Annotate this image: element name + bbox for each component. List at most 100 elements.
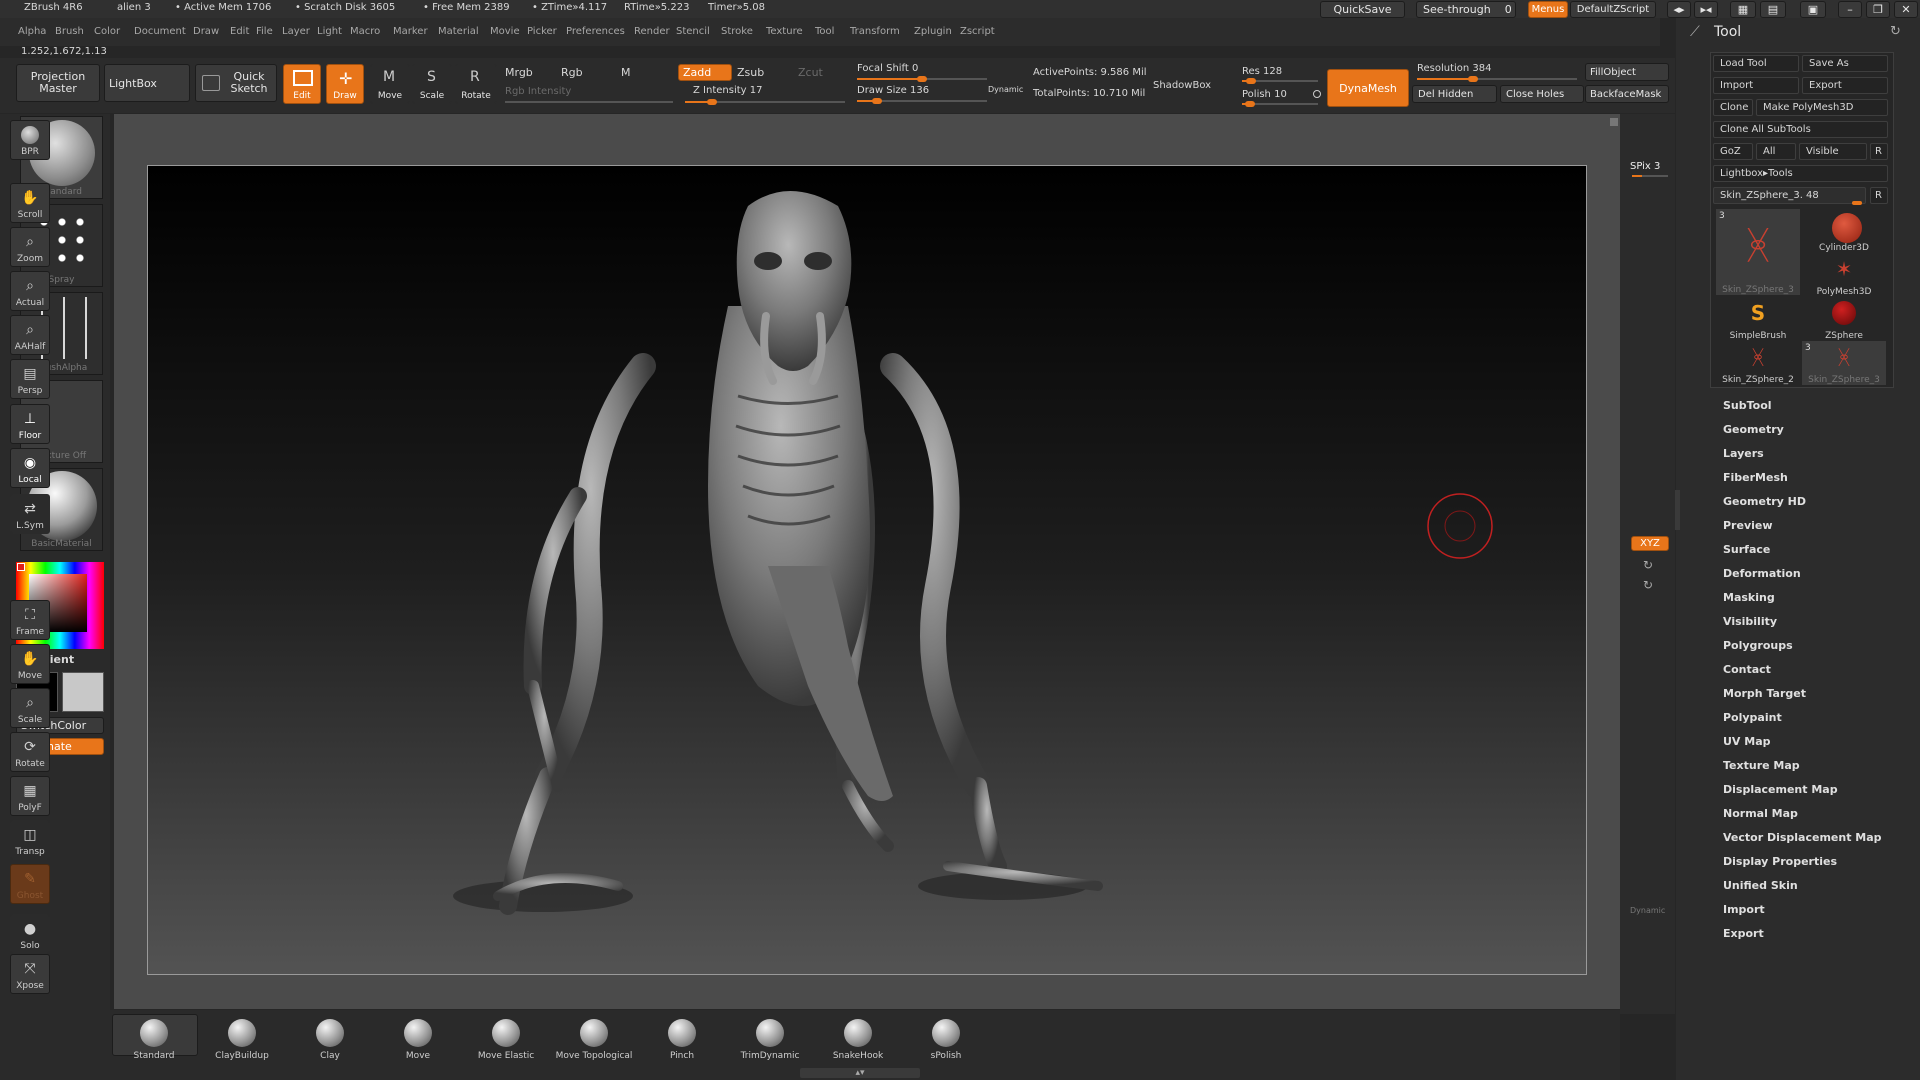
lightbox-tools-button[interactable]: Lightbox▸Tools <box>1713 165 1888 182</box>
section-texture-map[interactable]: Texture Map <box>1723 759 1800 772</box>
clone-all-subtools-button[interactable]: Clone All SubTools <box>1713 121 1888 138</box>
floor-button[interactable]: ⊥ Floor <box>10 404 50 444</box>
polyf-button[interactable]: ▦ PolyF <box>10 776 50 816</box>
tool-palette-title[interactable]: Tool <box>1714 24 1741 40</box>
section-polypaint[interactable]: Polypaint <box>1723 711 1782 724</box>
lightbox-button[interactable]: LightBox <box>104 64 190 102</box>
menu-color[interactable]: Color <box>94 26 120 37</box>
menu-material[interactable]: Material <box>438 26 479 37</box>
layout-icon[interactable]: ▤ <box>1760 1 1786 18</box>
menu-movie[interactable]: Movie <box>490 26 520 37</box>
current-tool-slider-knob[interactable] <box>1852 201 1862 205</box>
import-button[interactable]: Import <box>1713 77 1799 94</box>
dynamic-label[interactable]: Dynamic <box>1630 906 1665 915</box>
menu-stroke[interactable]: Stroke <box>721 26 753 37</box>
del-hidden-button[interactable]: Del Hidden <box>1412 85 1497 103</box>
brush-snakehook[interactable]: SnakeHook <box>816 1013 900 1073</box>
layout-left-icon[interactable]: ◂▸ <box>1667 1 1691 18</box>
scale-view-button[interactable]: ⌕ Scale <box>10 688 50 728</box>
section-export[interactable]: Export <box>1723 927 1764 940</box>
tool-thumb-cylinder3d[interactable]: Cylinder3D <box>1802 209 1886 253</box>
fill-object-button[interactable]: FillObject <box>1585 63 1669 81</box>
brush-clay[interactable]: Clay <box>288 1013 372 1073</box>
xyz-button[interactable]: XYZ <box>1631 536 1669 551</box>
frame-button[interactable]: ⛶ Frame <box>10 600 50 640</box>
menu-macro[interactable]: Macro <box>350 26 380 37</box>
section-unified-skin[interactable]: Unified Skin <box>1723 879 1798 892</box>
menu-zplugin[interactable]: Zplugin <box>914 26 952 37</box>
shadowbox-button[interactable]: ShadowBox <box>1153 80 1211 91</box>
brush-move[interactable]: Move <box>376 1013 460 1073</box>
goz-r-button[interactable]: R <box>1870 143 1888 160</box>
brush-move-topological[interactable]: Move Topological <box>552 1013 636 1073</box>
dynamesh-button[interactable]: DynaMesh <box>1327 69 1409 107</box>
menu-picker[interactable]: Picker <box>527 26 557 37</box>
backface-mask-button[interactable]: BackfaceMask <box>1585 85 1669 103</box>
menu-preferences[interactable]: Preferences <box>566 26 625 37</box>
focal-shift-slider[interactable] <box>857 76 987 82</box>
section-contact[interactable]: Contact <box>1723 663 1771 676</box>
polish-toggle-icon[interactable] <box>1313 90 1321 98</box>
alien-sculpture[interactable] <box>148 166 1588 976</box>
minimize-icon[interactable]: – <box>1838 1 1862 18</box>
tool-thumb-zsphere[interactable]: ZSphere <box>1802 297 1886 341</box>
brush-trimdynamic[interactable]: TrimDynamic <box>728 1013 812 1073</box>
menu-zscript[interactable]: Zscript <box>960 26 995 37</box>
scale-mode-button[interactable]: S Scale <box>412 64 452 104</box>
secondary-color-swatch[interactable] <box>62 672 104 712</box>
goz-button[interactable]: GoZ <box>1713 143 1753 160</box>
tool-thumb-skin-zsphere-2[interactable]: ᚸ Skin_ZSphere_2 <box>1716 341 1800 385</box>
rgb-intensity-slider[interactable] <box>505 101 673 103</box>
zoom-button[interactable]: ⌕ Zoom <box>10 227 50 267</box>
menu-file[interactable]: File <box>256 26 273 37</box>
canvas-corner-handle[interactable] <box>1610 118 1618 126</box>
projection-master-button[interactable]: Projection Master <box>16 64 100 102</box>
menu-light[interactable]: Light <box>317 26 342 37</box>
scroll-button[interactable]: ✋ Scroll <box>10 183 50 223</box>
section-display-properties[interactable]: Display Properties <box>1723 855 1837 868</box>
section-uv-map[interactable]: UV Map <box>1723 735 1771 748</box>
menu-brush[interactable]: Brush <box>55 26 84 37</box>
section-displacement-map[interactable]: Displacement Map <box>1723 783 1838 796</box>
menu-alpha[interactable]: Alpha <box>18 26 46 37</box>
see-through-slider[interactable]: See-through 0 <box>1416 1 1516 18</box>
zsub-button[interactable]: Zsub <box>737 66 764 79</box>
section-polygroups[interactable]: Polygroups <box>1723 639 1793 652</box>
rotate-view-button[interactable]: ⟳ Rotate <box>10 732 50 772</box>
current-tool-slider[interactable]: Skin_ZSphere_3. 48 <box>1713 187 1866 204</box>
move-mode-button[interactable]: M Move <box>370 64 410 104</box>
section-normal-map[interactable]: Normal Map <box>1723 807 1798 820</box>
persp-button[interactable]: ▤ Persp <box>10 359 50 399</box>
quick-sketch-button[interactable]: Quick Sketch <box>195 64 277 102</box>
brush-claybuildup[interactable]: ClayBuildup <box>200 1013 284 1073</box>
menu-stencil[interactable]: Stencil <box>676 26 710 37</box>
close-holes-button[interactable]: Close Holes <box>1500 85 1584 103</box>
resolution-slider[interactable] <box>1417 76 1577 82</box>
load-tool-button[interactable]: Load Tool <box>1713 55 1799 72</box>
export-button[interactable]: Export <box>1802 77 1888 94</box>
section-deformation[interactable]: Deformation <box>1723 567 1801 580</box>
lock-icon[interactable]: ▣ <box>1800 1 1826 18</box>
lsym-button[interactable]: ⇄ L.Sym <box>10 494 50 534</box>
solo-button[interactable]: ● Solo <box>10 914 50 954</box>
palette-refresh-icon[interactable]: ↻ <box>1890 24 1901 39</box>
section-layers[interactable]: Layers <box>1723 447 1764 460</box>
dynamic-toggle[interactable]: Dynamic <box>988 85 1023 94</box>
local-button[interactable]: ◉ Local <box>10 448 50 488</box>
spix-slider[interactable] <box>1632 175 1668 177</box>
brush-standard[interactable]: Standard <box>112 1013 196 1073</box>
menu-marker[interactable]: Marker <box>393 26 428 37</box>
section-visibility[interactable]: Visibility <box>1723 615 1777 628</box>
draw-mode-button[interactable]: ✛ Draw <box>326 64 364 104</box>
section-morph-target[interactable]: Morph Target <box>1723 687 1806 700</box>
ghost-button[interactable]: ✎ Ghost <box>10 864 50 904</box>
move-view-button[interactable]: ✋ Move <box>10 644 50 684</box>
layout-right-icon[interactable]: ▸◂ <box>1694 1 1718 18</box>
default-zscript-button[interactable]: DefaultZScript <box>1570 1 1656 18</box>
section-subtool[interactable]: SubTool <box>1723 399 1772 412</box>
tool-thumb-simplebrush[interactable]: S SimpleBrush <box>1716 297 1800 341</box>
menu-transform[interactable]: Transform <box>850 26 900 37</box>
palette-drag-icon[interactable]: ⟋ <box>1690 24 1700 40</box>
brush-move-elastic[interactable]: Move Elastic <box>464 1013 548 1073</box>
menu-document[interactable]: Document <box>134 26 186 37</box>
